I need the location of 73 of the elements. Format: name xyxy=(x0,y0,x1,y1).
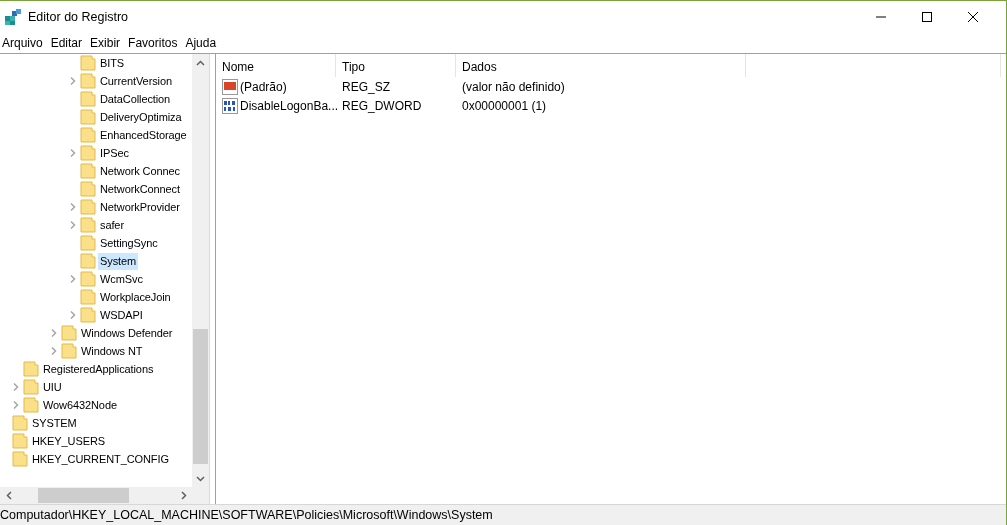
folder-icon xyxy=(80,181,96,197)
menu-item[interactable]: Ajuda xyxy=(183,34,223,52)
tree-item[interactable]: RegisteredApplications xyxy=(41,360,156,378)
tree-item[interactable]: HKEY_CURRENT_CONFIG xyxy=(30,450,171,468)
window-title: Editor do Registro xyxy=(28,8,129,26)
value-data: (valor não definido) xyxy=(462,79,565,94)
folder-icon xyxy=(61,325,77,341)
folder-icon xyxy=(12,451,28,467)
folder-icon xyxy=(12,433,28,449)
value-type: REG_SZ xyxy=(342,79,390,94)
value-name[interactable]: (Padrão) xyxy=(238,77,287,96)
column-header[interactable]: Nome xyxy=(216,54,336,77)
scroll-left-icon[interactable] xyxy=(5,491,12,500)
folder-icon xyxy=(23,379,39,395)
tree-item[interactable]: IPSec xyxy=(98,144,131,162)
tree-item[interactable]: EnhancedStorage xyxy=(98,126,189,144)
tree-item[interactable]: CurrentVersion xyxy=(98,72,174,90)
scroll-down-icon[interactable] xyxy=(196,475,205,482)
folder-icon xyxy=(80,217,96,233)
scroll-right-icon[interactable] xyxy=(180,491,187,500)
tree-item[interactable]: Wow6432Node xyxy=(41,396,119,414)
tree-item[interactable]: Windows NT xyxy=(79,342,145,360)
folder-icon xyxy=(80,109,96,125)
value-name[interactable]: DisableLogonBa... xyxy=(238,96,339,115)
tree-item[interactable]: WorkplaceJoin xyxy=(98,288,173,306)
vertical-scrollbar[interactable] xyxy=(192,54,209,487)
value-data: 0x00000001 (1) xyxy=(462,98,547,113)
tree-item[interactable]: Network Connec xyxy=(98,162,182,180)
folder-icon xyxy=(80,235,96,251)
folder-icon xyxy=(61,343,77,359)
folder-icon xyxy=(80,289,96,305)
horizontal-scrollbar[interactable] xyxy=(0,487,209,504)
folder-icon xyxy=(80,271,96,287)
tree-item[interactable]: NetworkConnect xyxy=(98,180,182,198)
folder-icon xyxy=(80,145,96,161)
tree-item[interactable]: WSDAPI xyxy=(98,306,145,324)
menu-item[interactable]: Exibir xyxy=(88,34,127,52)
tree-item[interactable]: SYSTEM xyxy=(30,414,79,432)
folder-icon xyxy=(80,91,96,107)
folder-icon xyxy=(80,55,96,71)
column-header[interactable]: Dados xyxy=(456,54,746,77)
folder-icon xyxy=(80,307,96,323)
value-type: REG_DWORD xyxy=(342,98,422,113)
tree-item[interactable]: UIU xyxy=(41,378,64,396)
tree-item[interactable]: DataCollection xyxy=(98,90,173,108)
menu-item[interactable]: Arquivo xyxy=(0,34,49,52)
menu-item[interactable]: Favoritos xyxy=(126,34,184,52)
folder-icon xyxy=(12,415,28,431)
tree-item[interactable]: safer xyxy=(98,216,126,234)
column-header[interactable]: Tipo xyxy=(336,54,456,77)
tree-item[interactable]: WcmSvc xyxy=(98,270,145,288)
scroll-up-icon[interactable] xyxy=(196,59,205,66)
menu-item[interactable]: Editar xyxy=(48,34,89,52)
folder-icon xyxy=(80,253,96,269)
binary-value-icon xyxy=(222,97,238,114)
tree-item[interactable]: HKEY_USERS xyxy=(30,432,107,450)
folder-icon xyxy=(80,127,96,143)
tree-item[interactable]: NetworkProvider xyxy=(98,198,182,216)
app-icon xyxy=(4,9,22,25)
folder-icon xyxy=(23,397,39,413)
maximize-icon[interactable] xyxy=(922,12,932,22)
folder-icon xyxy=(80,73,96,89)
folder-icon xyxy=(80,199,96,215)
tree-item[interactable]: BITS xyxy=(98,54,127,72)
tree-item[interactable]: System xyxy=(98,252,139,270)
status-path: Computador\HKEY_LOCAL_MACHINE\SOFTWARE\Policies\Microsoft\Windows\System xyxy=(0,506,493,524)
string-value-icon xyxy=(222,78,238,95)
folder-icon xyxy=(80,163,96,179)
tree-item[interactable]: Windows Defender xyxy=(79,324,175,342)
tree-item[interactable]: DeliveryOptimiza xyxy=(98,108,184,126)
close-icon[interactable] xyxy=(968,12,978,22)
tree-item[interactable]: SettingSync xyxy=(98,234,160,252)
folder-icon xyxy=(23,361,39,377)
